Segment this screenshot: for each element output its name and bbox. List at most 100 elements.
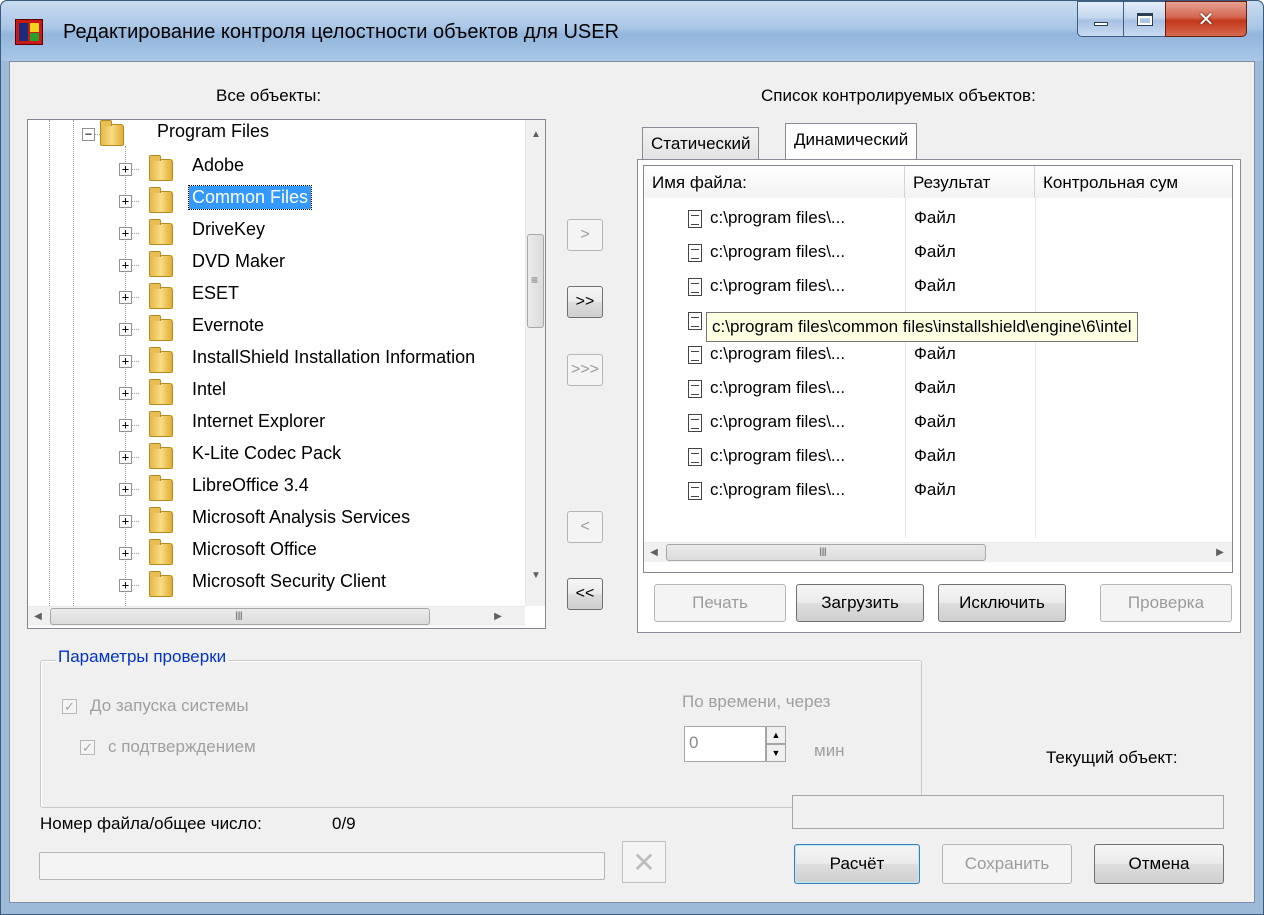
expand-icon[interactable]: + <box>119 387 132 400</box>
interval-input[interactable]: 0 <box>684 726 766 762</box>
scroll-down-icon[interactable]: ▼ <box>526 566 546 586</box>
tree-item[interactable]: + Microsoft Analysis Services <box>28 506 525 536</box>
list-item[interactable]: c:\program files\... Файл <box>644 474 1232 508</box>
add-all-button[interactable]: >> <box>567 286 603 318</box>
tree-horizontal-scrollbar[interactable]: ◀ III ▶ <box>28 606 525 626</box>
tree-item-label: Microsoft Security Client <box>192 571 387 591</box>
tree-hscroll-thumb[interactable]: III <box>50 608 430 625</box>
dialog-window: Редактирование контроля целостности объе… <box>0 0 1264 915</box>
column-result[interactable]: Результат <box>905 166 1035 198</box>
tree-item[interactable]: + Intel <box>28 378 525 408</box>
spin-down-icon[interactable]: ▼ <box>766 744 786 762</box>
check-parameters-title: Параметры проверки <box>56 647 229 667</box>
expand-icon[interactable]: + <box>119 515 132 528</box>
stop-icon: ✕ <box>632 846 656 878</box>
folder-icon <box>149 219 173 245</box>
tree-item[interactable]: + K-Lite Codec Pack <box>28 442 525 472</box>
stop-button[interactable]: ✕ <box>622 841 666 883</box>
column-file-name[interactable]: Имя файла: <box>644 166 905 198</box>
cancel-button[interactable]: Отмена <box>1094 844 1224 884</box>
object-tree[interactable]: − Program Files + Adobe + Common Files + Driv… <box>27 119 546 629</box>
tree-item[interactable]: + Internet Explorer <box>28 410 525 440</box>
interval-unit-label: мин <box>814 741 845 760</box>
file-name-cell: c:\program files\... <box>710 242 846 261</box>
file-icon <box>688 448 702 466</box>
remove-one-button[interactable]: < <box>567 511 603 543</box>
monitored-files-list[interactable]: Имя файла: Результат Контрольная сум c:\… <box>643 165 1233 573</box>
folder-icon <box>149 411 173 437</box>
expand-icon[interactable]: + <box>119 547 132 560</box>
expand-icon[interactable]: + <box>119 163 132 176</box>
expand-icon[interactable]: + <box>119 323 132 336</box>
tree-item[interactable]: + Common Files <box>28 185 525 216</box>
collapse-icon[interactable]: − <box>82 128 95 141</box>
close-button[interactable]: ✕ <box>1165 1 1247 37</box>
tree-vscroll-thumb[interactable]: ≡ <box>527 234 544 328</box>
list-item[interactable]: c:\program files\... Файл <box>644 440 1232 474</box>
tree-item[interactable]: + ESET <box>28 282 525 312</box>
expand-icon[interactable]: + <box>119 419 132 432</box>
expand-icon[interactable]: + <box>119 451 132 464</box>
load-button[interactable]: Загрузить <box>796 584 924 622</box>
file-icon <box>688 346 702 364</box>
check-button[interactable]: Проверка <box>1100 584 1232 622</box>
scroll-up-icon[interactable]: ▲ <box>526 125 546 145</box>
expand-icon[interactable]: + <box>119 195 132 208</box>
tree-item-program-files[interactable]: − Program Files <box>28 120 525 150</box>
folder-icon <box>149 379 173 405</box>
exclude-button[interactable]: Исключить <box>938 584 1066 622</box>
before-start-checkbox[interactable]: ✓ <box>62 699 77 714</box>
add-recursive-button[interactable]: >>> <box>567 354 603 386</box>
tree-item[interactable]: + InstallShield Installation Information <box>28 346 525 376</box>
minimize-button[interactable] <box>1077 1 1123 37</box>
save-button[interactable]: Сохранить <box>942 844 1072 884</box>
interval-spinner[interactable]: ▲ ▼ <box>766 726 786 762</box>
app-icon <box>15 19 43 45</box>
with-confirm-checkbox[interactable]: ✓ <box>80 740 95 755</box>
column-checksum[interactable]: Контрольная сум <box>1035 166 1232 198</box>
spin-up-icon[interactable]: ▲ <box>766 726 786 744</box>
expand-icon[interactable]: + <box>119 355 132 368</box>
file-name-cell: c:\program files\... <box>710 276 846 295</box>
expand-icon[interactable]: + <box>119 227 132 240</box>
file-counter-label: Номер файла/общее число: <box>40 814 262 833</box>
tree-item[interactable]: + Microsoft Office <box>28 538 525 568</box>
expand-icon[interactable]: + <box>119 291 132 304</box>
current-object-label: Текущий объект: <box>1046 748 1178 767</box>
add-one-button[interactable]: > <box>567 219 603 251</box>
list-horizontal-scrollbar[interactable]: ◀ III ▶ <box>644 542 1232 562</box>
with-confirm-label: с подтверждением <box>108 737 256 756</box>
expand-icon[interactable]: + <box>119 483 132 496</box>
tree-vertical-scrollbar[interactable]: ▲ ≡ ▼ <box>525 120 545 606</box>
list-item[interactable]: c:\program files\... Файл <box>644 202 1232 236</box>
remove-all-button[interactable]: << <box>567 578 603 610</box>
tree-item[interactable]: + Adobe <box>28 154 525 184</box>
file-icon <box>688 278 702 296</box>
print-button[interactable]: Печать <box>654 584 786 622</box>
tree-item[interactable]: + Microsoft Security Client <box>28 570 525 600</box>
list-hscroll-thumb[interactable]: III <box>666 544 986 561</box>
tree-item[interactable]: + LibreOffice 3.4 <box>28 474 525 504</box>
list-item[interactable]: c:\program files\... Файл <box>644 236 1232 270</box>
list-item[interactable]: c:\program files\... Файл <box>644 338 1232 372</box>
list-item[interactable]: c:\program files\... Файл <box>644 270 1232 304</box>
scroll-right-icon[interactable]: ▶ <box>1210 543 1230 563</box>
tree-item-label: Intel <box>192 379 227 399</box>
scroll-left-icon[interactable]: ◀ <box>28 607 48 627</box>
calculate-button[interactable]: Расчёт <box>794 844 920 884</box>
expand-icon[interactable]: + <box>119 579 132 592</box>
list-item[interactable]: c:\program files\... Файл <box>644 372 1232 406</box>
scroll-left-icon[interactable]: ◀ <box>644 543 664 563</box>
tree-item[interactable]: + Evernote <box>28 314 525 344</box>
maximize-button[interactable] <box>1123 1 1165 37</box>
tab-static[interactable]: Статический <box>642 127 760 159</box>
tree-item[interactable]: + DVD Maker <box>28 250 525 280</box>
tree-item-label: DVD Maker <box>192 251 286 271</box>
tree-item[interactable]: + DriveKey <box>28 218 525 248</box>
title-bar[interactable]: Редактирование контроля целостности объе… <box>1 1 1263 61</box>
list-item[interactable]: c:\program files\... Файл <box>644 406 1232 440</box>
tab-dynamic[interactable]: Динамический <box>785 123 918 159</box>
expand-icon[interactable]: + <box>119 259 132 272</box>
scroll-right-icon[interactable]: ▶ <box>488 607 508 627</box>
file-name-cell: c:\program files\... <box>710 378 846 397</box>
